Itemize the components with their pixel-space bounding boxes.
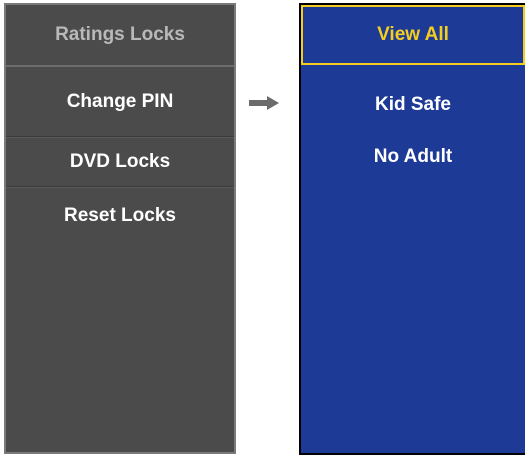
menu-item-dvd-locks[interactable]: DVD Locks: [6, 137, 234, 187]
menu-item-change-pin[interactable]: Change PIN: [6, 67, 234, 137]
option-label: View All: [377, 24, 449, 45]
menu-item-label: Change PIN: [66, 91, 174, 112]
option-kid-safe[interactable]: Kid Safe: [301, 65, 525, 135]
menu-title: Ratings Locks: [6, 5, 234, 67]
option-view-all[interactable]: View All: [301, 5, 525, 65]
menu-item-label: Reset Locks: [64, 205, 176, 226]
right-arrow-icon: [249, 96, 279, 110]
view-options-list: View All Kid Safe No Adult: [301, 5, 525, 453]
menu-item-reset-locks[interactable]: Reset Locks: [6, 187, 234, 245]
menu-item-label: DVD Locks: [69, 151, 171, 172]
ratings-locks-menu: Ratings Locks Change PIN DVD Locks Reset…: [4, 3, 236, 454]
view-options-panel: View All Kid Safe No Adult: [299, 3, 525, 455]
option-no-adult[interactable]: No Adult: [301, 135, 525, 179]
option-label: Kid Safe: [374, 94, 452, 115]
option-label: No Adult: [373, 146, 453, 167]
